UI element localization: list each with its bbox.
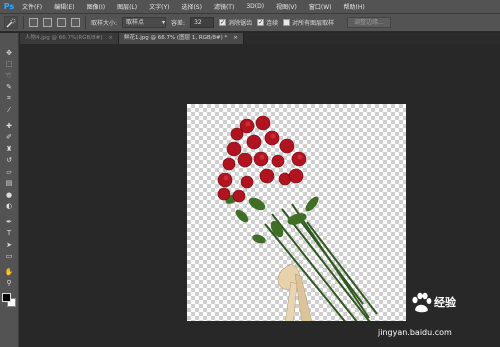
- document-tabs: 人物4.jpg @ 66.7%(RGB/8#) × 鲜花1.jpg @ 66.7…: [20, 33, 500, 44]
- separator: [85, 16, 86, 29]
- separator: [23, 16, 24, 29]
- lasso-tool-icon[interactable]: ➰: [2, 70, 16, 82]
- dodge-tool-icon[interactable]: ◐: [2, 201, 16, 213]
- path-selection-tool-icon[interactable]: ➤: [2, 239, 16, 251]
- eyedropper-tool-icon[interactable]: ⁄: [2, 105, 16, 117]
- checkbox-checked-icon: ✓: [257, 19, 265, 26]
- tolerance-label: 容差:: [171, 20, 186, 27]
- add-to-selection-icon[interactable]: [43, 18, 52, 27]
- menu-file[interactable]: 文件(F): [16, 2, 48, 11]
- tab-label: 人物4.jpg @ 66.7%(RGB/8#): [25, 35, 103, 41]
- refine-edge-button[interactable]: 调整边缘...: [347, 17, 391, 28]
- history-brush-tool-icon[interactable]: ↺: [2, 155, 16, 167]
- new-selection-icon[interactable]: [29, 18, 38, 27]
- tools-panel: ✥ ⬚ ➰ ✎ ⌗ ⁄ ✚ ✐ ♜ ↺ ▱ ▤ ● ◐ ✒ T ➤ ▭ ✋ ⚲: [0, 33, 19, 347]
- paw-logo-icon: [412, 292, 432, 313]
- antialias-label: 消除锯齿: [228, 20, 253, 27]
- move-tool-icon[interactable]: ✥: [2, 47, 16, 59]
- menu-type[interactable]: 文字(Y): [143, 2, 175, 11]
- checkbox-checked-icon: ✓: [219, 19, 227, 26]
- photoshop-logo: Ps: [3, 2, 15, 11]
- baidu-jingyan-watermark: 经验 jingyan.baidu.com: [378, 290, 500, 347]
- antialias-checkbox[interactable]: ✓ 消除锯齿: [219, 18, 252, 27]
- marquee-tool-icon[interactable]: ⬚: [2, 59, 16, 71]
- sample-size-label: 取样大小:: [91, 20, 118, 27]
- watermark-brand: 经验: [434, 296, 456, 309]
- watermark-url: jingyan.baidu.com: [378, 328, 452, 337]
- shape-tool-icon[interactable]: ▭: [2, 251, 16, 263]
- menu-edit[interactable]: 编辑(E): [48, 2, 80, 11]
- subtract-from-selection-icon[interactable]: [57, 18, 66, 27]
- menu-view[interactable]: 视图(V): [270, 2, 303, 11]
- chevron-down-icon: ▾: [162, 19, 166, 26]
- foreground-color-swatch[interactable]: [2, 293, 11, 302]
- menu-select[interactable]: 选择(S): [175, 2, 208, 11]
- close-icon[interactable]: ×: [233, 33, 238, 44]
- blur-tool-icon[interactable]: ●: [2, 189, 16, 201]
- menu-filter[interactable]: 滤镜(T): [208, 2, 240, 11]
- tab-flower1[interactable]: 鲜花1.jpg @ 66.7% (图层 1, RGB/8#) * ×: [118, 33, 244, 44]
- intersect-selection-icon[interactable]: [71, 18, 80, 27]
- brush-tool-icon[interactable]: ✐: [2, 132, 16, 144]
- gradient-tool-icon[interactable]: ▤: [2, 178, 16, 190]
- menu-3d[interactable]: 3D(D): [240, 3, 270, 10]
- menu-window[interactable]: 窗口(W): [303, 2, 338, 11]
- clone-stamp-tool-icon[interactable]: ♜: [2, 143, 16, 155]
- sample-size-value: 取样点: [126, 19, 145, 26]
- healing-brush-tool-icon[interactable]: ✚: [2, 120, 16, 132]
- type-tool-icon[interactable]: T: [2, 228, 16, 240]
- rose-bouquet-image: [217, 115, 378, 321]
- tolerance-input[interactable]: 32: [190, 17, 215, 28]
- eraser-tool-icon[interactable]: ▱: [2, 166, 16, 178]
- menu-bar: Ps 文件(F) 编辑(E) 图像(I) 图层(L) 文字(Y) 选择(S) 滤…: [0, 0, 500, 13]
- quick-selection-icon[interactable]: [4, 16, 18, 29]
- contiguous-checkbox[interactable]: ✓ 连续: [257, 18, 278, 27]
- hand-tool-icon[interactable]: ✋: [2, 266, 16, 278]
- checkbox-unchecked-icon: [283, 19, 291, 26]
- menu-layer[interactable]: 图层(L): [111, 2, 143, 11]
- tab-label: 鲜花1.jpg @ 66.7% (图层 1, RGB/8#) *: [123, 35, 228, 41]
- options-bar: 取样大小: 取样点 ▾ 容差: 32 ✓ 消除锯齿 ✓ 连续 对所有图层取样 调…: [0, 13, 500, 32]
- close-icon[interactable]: ×: [108, 33, 113, 44]
- pen-tool-icon[interactable]: ✒: [2, 216, 16, 228]
- tab-person4[interactable]: 人物4.jpg @ 66.7%(RGB/8#) ×: [20, 33, 119, 44]
- document-canvas[interactable]: [187, 104, 406, 321]
- color-swatches[interactable]: [2, 293, 16, 307]
- quick-selection-tool-icon[interactable]: ✎: [2, 82, 16, 94]
- menu-help[interactable]: 帮助(H): [338, 2, 371, 11]
- crop-tool-icon[interactable]: ⌗: [2, 93, 16, 105]
- sample-all-layers-label: 对所有图层取样: [292, 20, 335, 27]
- sample-size-select[interactable]: 取样点 ▾: [122, 17, 167, 28]
- zoom-tool-icon[interactable]: ⚲: [2, 278, 16, 290]
- menu-image[interactable]: 图像(I): [81, 2, 111, 11]
- contiguous-label: 连续: [266, 20, 279, 27]
- sample-all-layers-checkbox[interactable]: 对所有图层取样: [283, 18, 334, 27]
